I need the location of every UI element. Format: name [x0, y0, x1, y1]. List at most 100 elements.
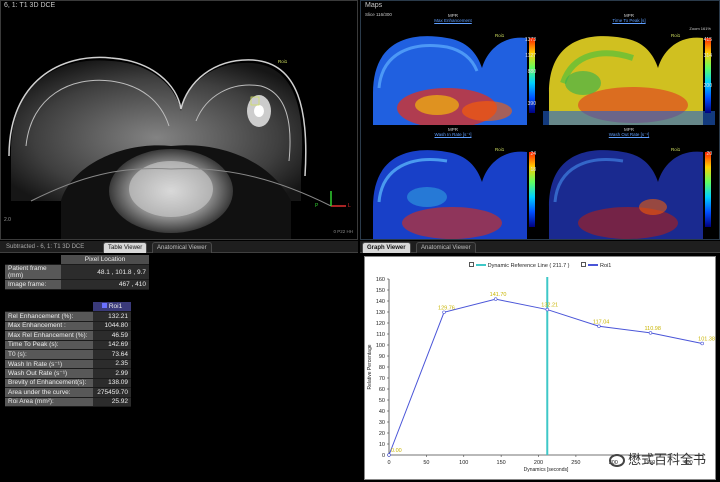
y-tick-label: 50 [379, 398, 385, 404]
graph-viewer-panel[interactable]: Graph Viewer Anatomical Viewer Dynamic R… [360, 241, 720, 482]
x-tick-label: 250 [571, 460, 580, 466]
table-tabbar: Subtracted - 6, 1: T1 3D DCE Table Viewe… [0, 241, 358, 253]
colorbar-label: 415 [703, 37, 712, 43]
row-key: Time To Peak (s): [5, 340, 93, 350]
map-time-to-peak[interactable]: MPR Time To Peak [s] Zoom 161% Roi1 415 … [543, 13, 715, 125]
map-name-link[interactable]: Wash Out Rate [s⁻¹] [543, 132, 715, 138]
x-tick-label: 150 [497, 460, 506, 466]
y-tick-label: 20 [379, 431, 385, 437]
roi-column-label: Roi1 [108, 303, 123, 310]
x-tick-label: 100 [459, 460, 468, 466]
row-value: 1044.80 [93, 321, 131, 331]
map-name-link[interactable]: Time To Peak [s] [543, 18, 715, 23]
data-point [442, 310, 446, 314]
colorbar-label: 880 [527, 69, 536, 75]
y-tick-label: 130 [376, 310, 385, 316]
table-row: Wash Out Rate (s⁻¹) 2.99 [5, 368, 131, 379]
data-label: 101.38 [698, 336, 715, 342]
map-max-enhancement[interactable]: MPR Max Enhancement Roi1 1373 1127 880 3… [367, 13, 539, 125]
wash-in-rate-map-image [373, 150, 535, 239]
y-tick-label: 150 [376, 288, 385, 294]
table-row: Max Rel Enhancement (%): 46.59 [5, 330, 131, 341]
data-point [387, 453, 391, 457]
row-key: Wash Out Rate (s⁻¹) [5, 368, 93, 379]
tab-anatomical-viewer-2[interactable]: Anatomical Viewer [416, 242, 476, 253]
row-value: 73.64 [93, 349, 131, 360]
x-tick-label: 0 [387, 460, 390, 466]
corner-value: 2.0 [4, 217, 11, 223]
y-tick-label: 110 [376, 332, 385, 338]
map-wash-out-rate[interactable]: MPR Wash Out Rate [s⁻¹] Roi1 20 [543, 127, 715, 239]
map-wash-in-rate[interactable]: MPR Wash In Rate [s⁻¹] Roi1 24 18 [367, 127, 539, 239]
map-roi-label: Roi1 [495, 33, 505, 38]
data-point [545, 307, 549, 312]
main-image-viewport[interactable]: 6, 1: T1 3D DCE Roi1 P L 2.0 0 P22 HH [0, 0, 358, 240]
chart-plot-area: 0 10 20 30 40 50 60 70 80 90 100 110 120 130 140 150 160… [367, 277, 715, 473]
orientation-p-label: P [315, 203, 319, 209]
tab-table-viewer[interactable]: Table Viewer [103, 242, 148, 253]
row-value: 467 , 410 [61, 279, 149, 290]
y-tick-label: 160 [376, 277, 385, 283]
roi-label: Roi1 [278, 59, 288, 64]
viewport-footer: 0 P22 HH [333, 229, 353, 234]
row-value: 138.09 [93, 378, 131, 388]
wash-out-rate-map-image [549, 150, 711, 239]
tab-anatomical-viewer[interactable]: Anatomical Viewer [152, 242, 212, 253]
y-tick-label: 80 [379, 365, 385, 371]
y-tick-label: 140 [376, 299, 385, 305]
table-viewer-panel[interactable]: Subtracted - 6, 1: T1 3D DCE Table Viewe… [0, 241, 358, 482]
max-enhancement-map-image [373, 36, 535, 125]
row-key: Brevity of Enhancement(s): [5, 378, 93, 388]
zoom-level: Zoom 161% [689, 26, 711, 31]
data-label: 0.00 [391, 448, 402, 454]
map-name-link[interactable]: Wash In Rate [s⁻¹] [367, 132, 539, 138]
row-key: Area under the curve: [5, 387, 93, 398]
y-tick-label: 100 [376, 343, 385, 349]
y-tick-label: 120 [376, 321, 385, 327]
data-label: 141.70 [490, 292, 507, 298]
table-row: T0 (s): 73.64 [5, 349, 131, 360]
colorbar-label: 390 [527, 101, 536, 107]
table-row: Area under the curve: 275459.70 [5, 387, 131, 398]
row-key: Roi Area (mm²): [5, 397, 93, 407]
row-value: 2.35 [93, 359, 131, 369]
tab-subtracted[interactable]: Subtracted - 6, 1: T1 3D DCE [2, 242, 88, 253]
watermark-text: 懋式百科全书 [627, 453, 706, 468]
row-key: Image frame: [5, 279, 61, 290]
y-tick-label: 70 [379, 376, 385, 382]
maps-panel[interactable]: Maps Slice 116/300 MPR Max Enhancement R… [360, 0, 720, 240]
colorbar-label: 314 [703, 53, 712, 59]
map-roi-label: Roi1 [671, 33, 681, 38]
tab-graph-viewer[interactable]: Graph Viewer [362, 242, 411, 253]
series-line-roi1 [388, 298, 703, 456]
enhancement-curve-chart[interactable]: Dynamic Reference Line ( 211.7 ) Roi1 01… [364, 256, 716, 480]
table-row: Time To Peak (s): 142.69 [5, 340, 131, 350]
y-tick-label: 10 [379, 442, 385, 448]
maps-title: Maps [365, 2, 383, 9]
orientation-l-label: L [348, 203, 351, 209]
y-tick-label: 60 [379, 387, 385, 393]
data-label: 117.04 [593, 319, 609, 325]
map-name-link[interactable]: Max Enhancement [367, 18, 539, 23]
map-roi-label: Roi1 [671, 147, 681, 152]
data-point [597, 324, 601, 328]
data-point [700, 341, 704, 346]
row-value: 48.1 , 101.8 , 9.7 [61, 264, 149, 280]
y-tick-label: 30 [379, 420, 385, 426]
x-tick-label: 50 [423, 460, 429, 466]
wechat-logo-icon [608, 454, 625, 467]
row-value: 46.59 [93, 330, 131, 341]
row-key: Max Enhancement : [5, 321, 93, 331]
viewport-title: 6, 1: T1 3D DCE [4, 2, 56, 9]
table-row: Brevity of Enhancement(s): 138.09 [5, 378, 131, 388]
data-label: 129.76 [438, 305, 455, 311]
colorbar-label: 200 [703, 83, 712, 89]
colorbar-label: 1127 [525, 53, 536, 59]
row-value: 25.92 [93, 397, 131, 407]
map-roi-label: Roi1 [495, 147, 505, 152]
table-row: Max Enhancement :1044.80 [5, 321, 131, 331]
colorbar-label: 20 [706, 151, 712, 157]
table-row: Image frame: 467 , 410 [5, 279, 149, 290]
colorbar-label: 24 [530, 151, 536, 157]
graph-tabbar: Graph Viewer Anatomical Viewer [360, 241, 720, 253]
